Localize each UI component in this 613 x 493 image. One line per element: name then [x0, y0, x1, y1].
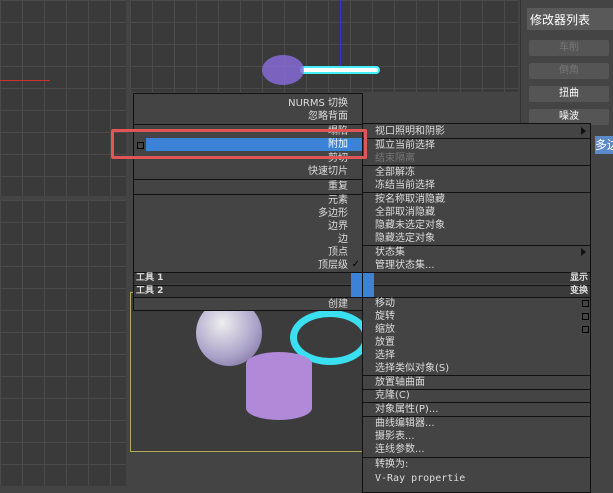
menu-item-move[interactable]: 移动: [363, 297, 590, 310]
menu-item[interactable]: 隐藏未选定对象: [363, 219, 590, 232]
x-axis-line: [0, 80, 50, 81]
settings-box-icon[interactable]: [582, 326, 589, 333]
wire-sphere: [262, 55, 304, 85]
quad-menu-right: 视口照明和阴影 孤立当前选择 结束隔离 全部解冻 冻结当前选择 按名称取消隐藏 …: [362, 123, 591, 493]
menu-item[interactable]: 按名称取消隐藏: [363, 193, 590, 206]
annotation-highlight-box: [111, 129, 367, 159]
submenu-arrow-icon: [581, 127, 586, 135]
menu-item[interactable]: 结束隔离: [363, 152, 590, 165]
menu-item[interactable]: 快速切片: [134, 165, 362, 178]
menu-item[interactable]: 冻结当前选择: [363, 179, 590, 192]
menu-item[interactable]: 曲线编辑器...: [363, 417, 590, 430]
menu-item[interactable]: 对象属性(P)...: [363, 403, 590, 416]
y-axis-line: [340, 0, 341, 70]
menu-item[interactable]: 选择类似对象(S): [363, 362, 590, 375]
menu-item[interactable]: 忽略背面: [134, 110, 362, 123]
menu-item[interactable]: 连线参数...: [363, 443, 590, 456]
quad-center-block: [363, 273, 374, 297]
menu-item[interactable]: NURMS 切换: [134, 97, 362, 110]
menu-item[interactable]: 隐藏选定对象: [363, 232, 590, 245]
menu-item[interactable]: 选择: [363, 349, 590, 362]
twist-button[interactable]: 扭曲: [529, 86, 609, 102]
menu-item[interactable]: 重复: [134, 180, 362, 193]
quad-menu-left: NURMS 切换 忽略背面 塌陷 附加 剪切 快速切片 重复 元素 多边形 边界…: [133, 93, 363, 311]
quad-center-block: [351, 273, 362, 297]
polygon-tab[interactable]: 多边形: [595, 136, 613, 154]
settings-box-icon[interactable]: [582, 300, 589, 307]
menu-item[interactable]: 元素: [134, 194, 362, 207]
menu-item[interactable]: 全部解冻: [363, 166, 590, 179]
modifier-list-dropdown[interactable]: 修改器列表: [527, 8, 613, 30]
menu-item[interactable]: 克隆(C): [363, 389, 590, 402]
menu-item[interactable]: 放置轴曲面: [363, 376, 590, 389]
menu-item-scale[interactable]: 缩放: [363, 323, 590, 336]
menu-item[interactable]: 转换为:: [363, 458, 590, 471]
viewport-top-left[interactable]: [0, 0, 126, 196]
menu-item[interactable]: 摄影表...: [363, 430, 590, 443]
viewport-top-right[interactable]: [130, 0, 518, 92]
submenu-arrow-icon: [581, 248, 586, 256]
bevel-button[interactable]: 倒角: [529, 63, 609, 79]
menu-item[interactable]: 顶层级: [134, 259, 362, 272]
menu-item[interactable]: 孤立当前选择: [363, 139, 590, 152]
selected-object: [300, 66, 380, 74]
menu-item[interactable]: V-Ray propertie: [363, 472, 590, 485]
menu-item[interactable]: 边界: [134, 220, 362, 233]
viewport-bottom-left[interactable]: [0, 200, 126, 486]
display-header: 显示: [363, 272, 590, 284]
settings-box-icon[interactable]: [582, 313, 589, 320]
menu-item[interactable]: 状态集: [363, 246, 590, 259]
menu-item[interactable]: 顶点: [134, 246, 362, 259]
menu-item[interactable]: 创建: [134, 298, 362, 311]
menu-item[interactable]: 管理状态集...: [363, 259, 590, 272]
tools1-header: 工具 1: [134, 272, 362, 284]
menu-item[interactable]: 全部取消隐藏: [363, 206, 590, 219]
lathe-button[interactable]: 车削: [529, 40, 609, 56]
menu-item[interactable]: 视口照明和阴影: [363, 125, 590, 138]
cylinder: [246, 352, 312, 420]
menu-item[interactable]: 多边形: [134, 207, 362, 220]
tools2-header: 工具 2: [134, 285, 362, 297]
menu-item-rotate[interactable]: 旋转: [363, 310, 590, 323]
menu-item[interactable]: 边: [134, 233, 362, 246]
menu-item[interactable]: 放置: [363, 336, 590, 349]
checkmark-icon: ✓: [351, 259, 360, 270]
transform-header: 变换: [363, 285, 590, 297]
